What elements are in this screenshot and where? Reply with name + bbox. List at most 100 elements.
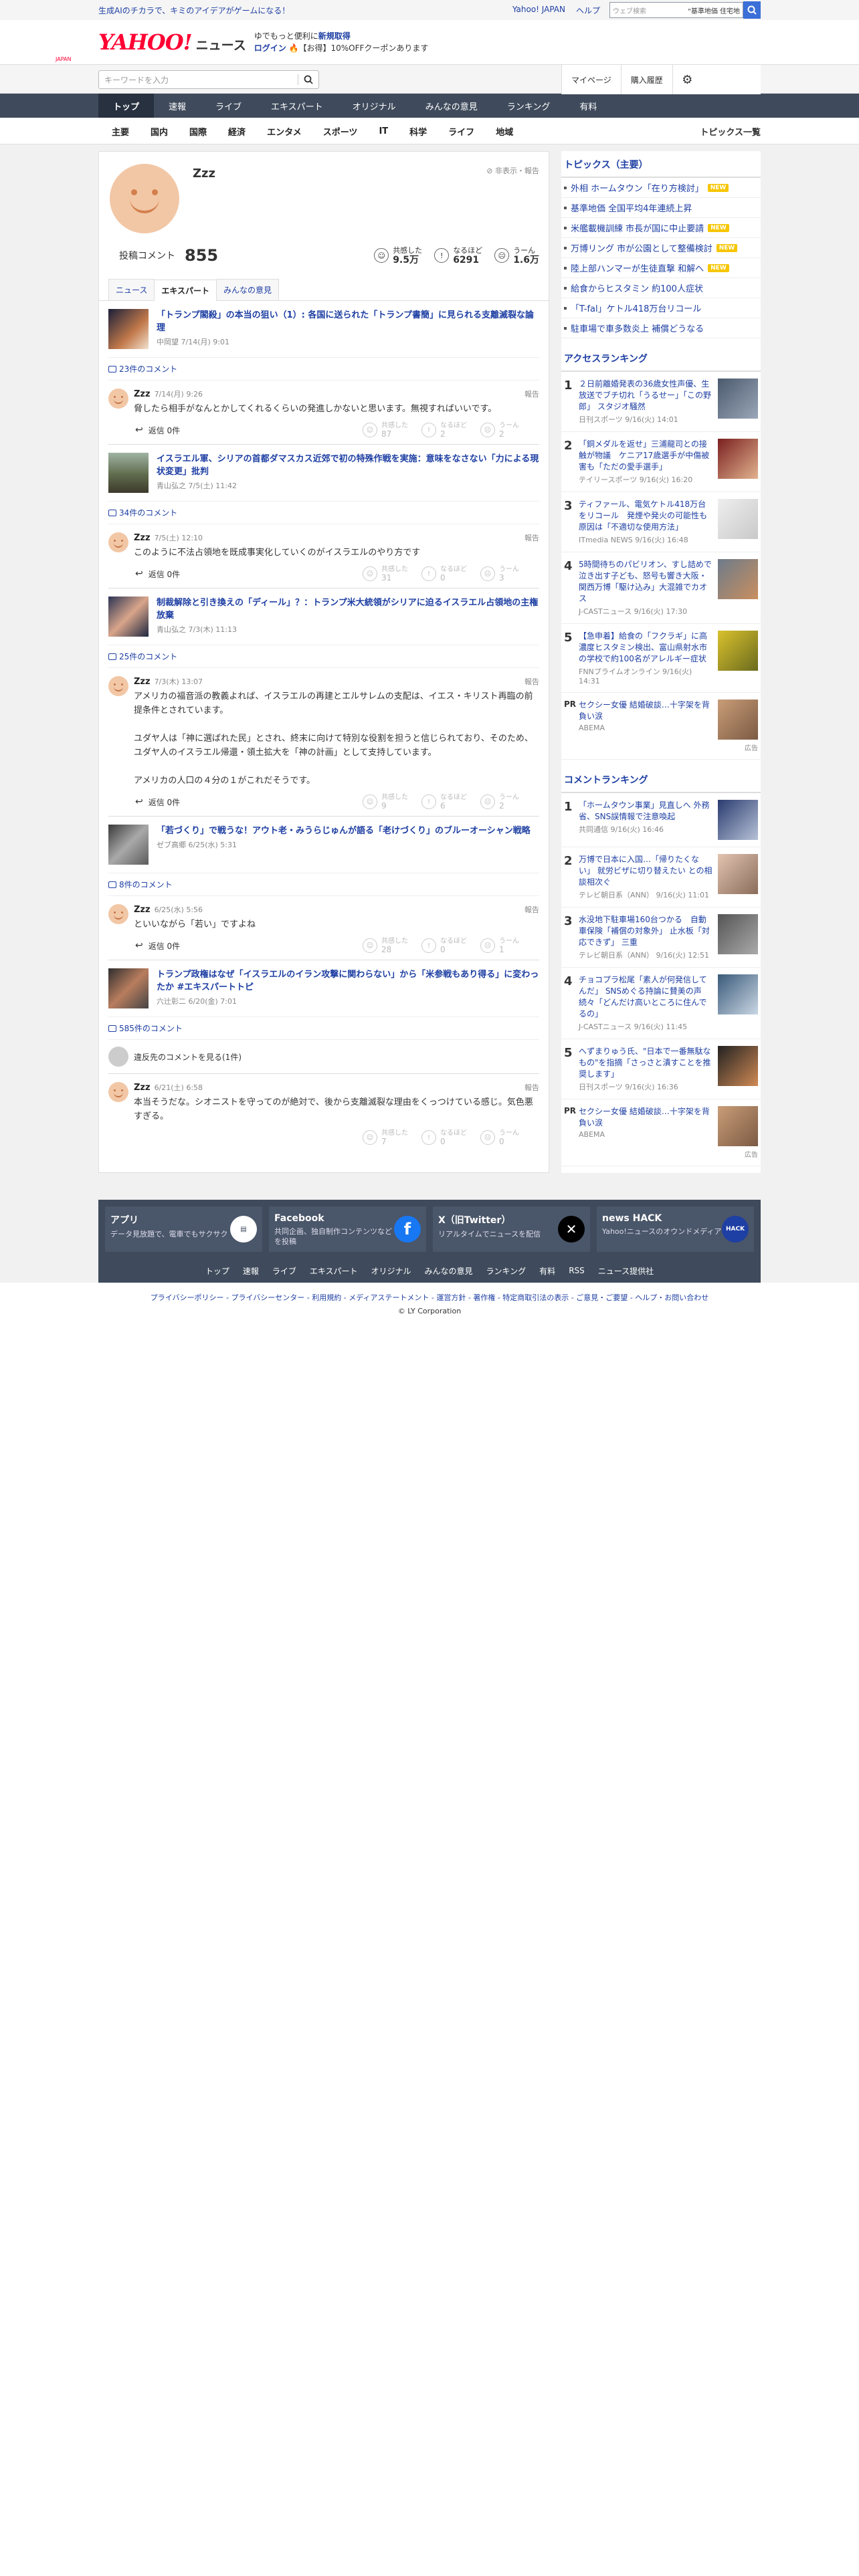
- empathy-button[interactable]: ☺ 共感した 31: [363, 565, 421, 582]
- yahoo-news-logo[interactable]: YAHOO! JAPAN ニュース: [56, 29, 246, 62]
- tab-expert[interactable]: エキスパート: [154, 280, 217, 301]
- empathy-button[interactable]: ☺ 共感した 87: [363, 421, 421, 439]
- reply-button[interactable]: ↩ 返信 0件: [135, 796, 180, 808]
- comment-count-link[interactable]: 25件のコメント: [108, 645, 539, 668]
- empathy-button[interactable]: ☺ 共感した 28: [363, 937, 421, 954]
- ranking-item[interactable]: 5 【急申着】給食の「フクラギ」に高濃度ヒスタミン検出、富山県射水市の学校で約10…: [561, 624, 761, 693]
- pr-title[interactable]: セクシー女優 結婚破談…十字架を背負い涙: [579, 700, 712, 722]
- reply-button[interactable]: ↩ 返信 0件: [135, 568, 180, 580]
- footer-nav-item[interactable]: トップ: [199, 1265, 236, 1277]
- nav-live[interactable]: ライブ: [201, 94, 256, 118]
- footer-nav-item[interactable]: ランキング: [480, 1265, 533, 1277]
- reply-button[interactable]: ↩ 返信 0件: [135, 425, 180, 436]
- cat-local[interactable]: 地域: [485, 125, 524, 138]
- article-title[interactable]: トランプ政権はなぜ「イスラエルのイラン攻撃に関わらない」から「米参戦もあり得る」…: [157, 968, 539, 994]
- hmm-button[interactable]: ☹ うーん 3: [480, 565, 539, 582]
- register-link[interactable]: 新規取得: [318, 31, 351, 41]
- hide-report-button[interactable]: ⊘ 非表示・報告: [486, 165, 539, 176]
- footer-nav-item[interactable]: エキスパート: [303, 1265, 365, 1277]
- topic-item[interactable]: 駐車場で車多数炎上 補償どうなる: [561, 318, 761, 338]
- pr-item[interactable]: PR セクシー女優 結婚破談…十字架を背負い涙 ABEMA 広告: [561, 693, 761, 760]
- ranking-item[interactable]: 4 5時間待ちのパビリオン、すし詰めで泣き出す子ども、怒号も響き大阪・関西万博「駆…: [561, 552, 761, 624]
- nav-top[interactable]: トップ: [98, 94, 155, 118]
- settings-button[interactable]: ⚙: [672, 65, 702, 94]
- comment-user[interactable]: Zzz: [134, 389, 151, 399]
- topic-item[interactable]: 外相 ホームタウン「在り方検討」 NEW: [561, 178, 761, 198]
- footer-nav-item[interactable]: RSS: [562, 1266, 591, 1275]
- topic-item[interactable]: 米艦載機訓練 市長が国に中止要請 NEW: [561, 218, 761, 238]
- report-link[interactable]: 報告: [524, 389, 539, 399]
- empathy-button[interactable]: ☺ 共感した 7: [363, 1129, 421, 1146]
- topic-item[interactable]: 万博リング 市が公園として整備検討 NEW: [561, 238, 761, 258]
- footer-nav-item[interactable]: ライブ: [266, 1265, 303, 1277]
- report-link[interactable]: 報告: [524, 676, 539, 687]
- nav-expert[interactable]: エキスパート: [256, 94, 338, 118]
- article-item[interactable]: 制裁解除と引き換えの「ディール」？：トランプ米大統領がシリアに迫るイスラエル占領…: [108, 588, 539, 645]
- report-link[interactable]: 報告: [524, 1082, 539, 1093]
- report-link[interactable]: 報告: [524, 532, 539, 543]
- keyword-search-input[interactable]: キーワードを入力: [98, 70, 319, 89]
- pr-title[interactable]: セクシー女優 結婚破談…十字架を背負い涙: [579, 1106, 712, 1129]
- ranking-item[interactable]: 5 へずまりゅう氏、"日本で一番無駄なもの"を指摘「さっさと潰すことを推奨します」…: [561, 1039, 761, 1099]
- ranking-item[interactable]: 1 ２日前離婚発表の36歳女性声優、生放送でブチ切れ「うるせー」「この野郎」 スタ…: [561, 372, 761, 432]
- footer-links[interactable]: プライバシーポリシー - プライバシーセンター - 利用規約 - メディアステー…: [0, 1283, 859, 1303]
- cat-sports[interactable]: スポーツ: [312, 125, 369, 138]
- reply-button[interactable]: ↩ 返信 0件: [135, 940, 180, 952]
- insight-button[interactable]: ! なるほど 6: [421, 793, 480, 811]
- cat-main[interactable]: 主要: [98, 125, 140, 138]
- comment-count-link[interactable]: 23件のコメント: [108, 358, 539, 381]
- search-icon[interactable]: [304, 75, 313, 84]
- cat-world[interactable]: 国際: [179, 125, 217, 138]
- footer-nav-item[interactable]: オリジナル: [365, 1265, 418, 1277]
- cat-domestic[interactable]: 国内: [140, 125, 179, 138]
- ranking-item[interactable]: 2 万博で日本に入国…「帰りたくない」 就労ビザに切り替えたい との相談相次ぐ テレ…: [561, 847, 761, 907]
- insight-button[interactable]: ! なるほど 2: [421, 421, 480, 439]
- article-item[interactable]: トランプ政権はなぜ「イスラエルのイラン攻撃に関わらない」から「米参戦もあり得る」…: [108, 960, 539, 1017]
- hmm-button[interactable]: ☹ うーん 1: [480, 937, 539, 954]
- footer-app-card[interactable]: アプリ データ見放題で、電車でもサクサク ▤: [105, 1206, 262, 1252]
- topics-list-link[interactable]: トピックス一覧: [700, 125, 761, 138]
- cat-entertainment[interactable]: エンタメ: [256, 125, 312, 138]
- footer-facebook-card[interactable]: Facebook 共同企画、独自制作コンテンツなどを投稿 f: [269, 1206, 426, 1252]
- footer-nav-item[interactable]: 速報: [236, 1265, 266, 1277]
- footer-newshack-card[interactable]: news HACK Yahoo!ニュースのオウンドメディア HACK: [597, 1206, 754, 1252]
- comment-user[interactable]: Zzz: [134, 533, 151, 543]
- nav-breaking[interactable]: 速報: [154, 94, 201, 118]
- comment-count-link[interactable]: 34件のコメント: [108, 502, 539, 524]
- web-search-button[interactable]: [743, 1, 761, 19]
- comment-count-link[interactable]: 585件のコメント: [108, 1017, 539, 1040]
- login-link[interactable]: ログイン: [254, 43, 286, 53]
- footer-nav-item[interactable]: みんなの意見: [418, 1265, 480, 1277]
- nav-opinions[interactable]: みんなの意見: [411, 94, 492, 118]
- nav-paid[interactable]: 有料: [565, 94, 611, 118]
- topic-item[interactable]: 陸上部ハンマーが生徒直撃 和解へ NEW: [561, 258, 761, 278]
- tab-news[interactable]: ニュース: [108, 279, 155, 300]
- hmm-button[interactable]: ☹ うーん 2: [480, 421, 539, 439]
- yahoo-japan-link[interactable]: Yahoo! JAPAN: [512, 5, 565, 16]
- insight-button[interactable]: ! なるほど 0: [421, 937, 480, 954]
- comment-user[interactable]: Zzz: [134, 677, 151, 687]
- article-title[interactable]: 「トランプ閣殺」の本当の狙い（1）: 各国に送られた「トランプ書簡」に見られる支…: [157, 309, 539, 334]
- comment-count-link[interactable]: 8件のコメント: [108, 873, 539, 896]
- cat-life[interactable]: ライフ: [438, 125, 485, 138]
- tab-opinions[interactable]: みんなの意見: [216, 279, 280, 300]
- web-search-input[interactable]: ウェブ検索 "基準地価 住宅地: [609, 2, 743, 18]
- article-item[interactable]: 「若づくり」で戦うな！アウト老・みうらじゅんが語る「老けづくり」のブルーオーシャ…: [108, 817, 539, 873]
- help-link[interactable]: ヘルプ: [576, 5, 600, 16]
- article-item[interactable]: イスラエル軍、シリアの首都ダマスカス近郊で初の特殊作戦を実施：意味をなさない「力…: [108, 445, 539, 502]
- pr-item[interactable]: PR セクシー女優 結婚破談…十字架を背負い涙 ABEMA 広告: [561, 1099, 761, 1166]
- footer-nav-item[interactable]: 有料: [533, 1265, 562, 1277]
- ranking-item[interactable]: 2 「銅メダルを返せ」三浦龍司との接触が物議 ケニア17歳選手が中傷被害も「ただの…: [561, 432, 761, 492]
- promo-link[interactable]: 生成AIのチカラで、キミのアイデアがゲームになる！: [98, 5, 512, 16]
- mypage-link[interactable]: マイページ: [561, 65, 621, 94]
- hmm-button[interactable]: ☹ うーん 2: [480, 793, 539, 811]
- ranking-item[interactable]: 4 チョコプラ松尾「素人が何発信してんだ」 SNSめぐる持論に賛美の声続々「どんだ…: [561, 968, 761, 1039]
- cat-science[interactable]: 科学: [399, 125, 438, 138]
- article-title[interactable]: 「若づくり」で戦うな！アウト老・みうらじゅんが語る「老けづくり」のブルーオーシャ…: [157, 825, 531, 837]
- comment-user[interactable]: Zzz: [134, 1083, 151, 1093]
- article-item[interactable]: 「トランプ閣殺」の本当の狙い（1）: 各国に送られた「トランプ書簡」に見られる支…: [108, 301, 539, 358]
- ranking-item[interactable]: 3 水没地下駐車場160台つかる 自動車保険「補償の対象外」 止水板「対応できず」…: [561, 907, 761, 968]
- insight-button[interactable]: ! なるほど 0: [421, 1129, 480, 1146]
- article-title[interactable]: 制裁解除と引き換えの「ディール」？：トランプ米大統領がシリアに迫るイスラエル占領…: [157, 597, 539, 622]
- report-link[interactable]: 報告: [524, 904, 539, 915]
